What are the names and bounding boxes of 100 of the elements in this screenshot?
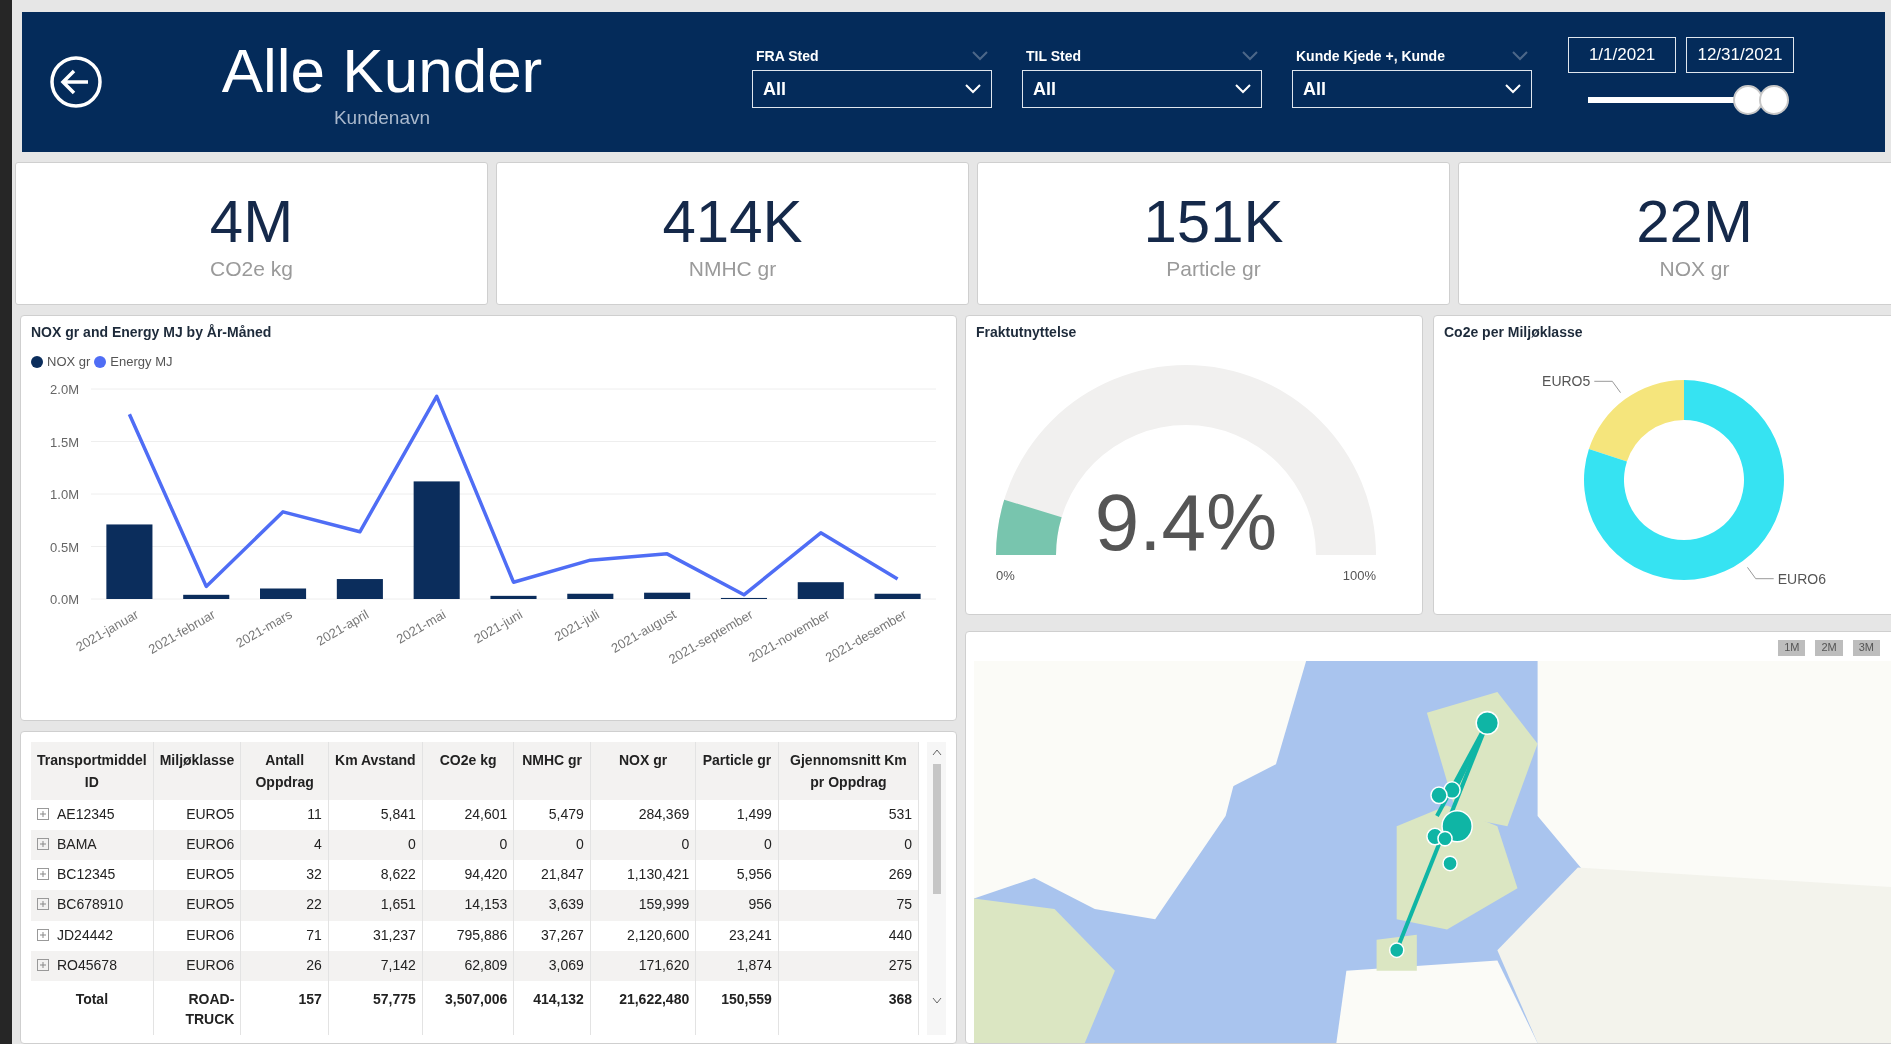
page-title: Alle Kunder (221, 35, 543, 107)
table-cell: 14,153 (422, 890, 514, 921)
bar (260, 588, 307, 599)
table-cell: EURO5 (153, 800, 241, 831)
filter-dropdown[interactable]: All (1022, 70, 1262, 108)
legend-dot (31, 355, 43, 368)
table-cell: 32 (240, 860, 329, 891)
bar (567, 593, 614, 599)
scroll-up-icon[interactable] (931, 748, 942, 756)
table-cell: 75 (778, 890, 919, 921)
table-cell: 23,241 (695, 920, 779, 951)
chevron-icon (1235, 84, 1251, 94)
leader-line (1747, 566, 1775, 580)
map-scale-label: 2M (1815, 640, 1843, 656)
column-header[interactable]: Particle gr (695, 742, 779, 800)
expand-icon[interactable] (37, 958, 49, 971)
column-header[interactable]: Transportmiddel ID (31, 742, 154, 800)
bar (336, 579, 383, 599)
legend-label: Energy MJ (110, 354, 173, 369)
axis-tick-label: 1.0M (50, 487, 79, 502)
column-header[interactable]: NMHC gr (513, 742, 591, 800)
legend-label: NOX gr (47, 354, 91, 369)
table-cell: EURO6 (153, 950, 241, 981)
table-cell: 3,069 (513, 950, 591, 981)
total-cell: ROAD-TRUCK (153, 980, 241, 1035)
slider-thumb[interactable] (1733, 85, 1763, 115)
bar (644, 592, 691, 599)
column-header[interactable]: CO2e kg (422, 742, 514, 800)
expand-icon[interactable] (37, 928, 49, 941)
chevron-icon (1512, 51, 1528, 61)
table-cell: 71 (240, 920, 329, 951)
leader-line (1593, 380, 1621, 394)
table-cell: 269 (778, 860, 919, 891)
table-cell: 5,841 (328, 800, 423, 831)
table-cell: EURO5 (153, 860, 241, 891)
table-cell: 1,130,421 (590, 860, 696, 891)
chevron-icon (1505, 84, 1521, 94)
bar (874, 593, 921, 599)
map-scale-label: 1M (1778, 640, 1806, 656)
donut-title: Co2e per Miljøklasse (1444, 324, 1584, 340)
total-cell: 414,132 (513, 980, 591, 1035)
legend-dot (94, 355, 107, 368)
axis-tick-label: 2.0M (50, 382, 79, 397)
row-id: JD24442 (57, 925, 114, 945)
table-cell: 795,886 (422, 920, 514, 951)
total-cell: 157 (240, 980, 329, 1035)
table-cell: 8,622 (328, 860, 423, 891)
page-subtitle: Kundenavn (333, 107, 431, 129)
table-cell: 22 (240, 890, 329, 921)
column-header[interactable]: NOX gr (590, 742, 696, 800)
table-cell: 37,267 (513, 920, 591, 951)
kpi-label: CO2e kg (210, 256, 293, 281)
total-cell: 21,622,480 (590, 980, 696, 1035)
scrollbar[interactable] (927, 742, 946, 1035)
chevron-icon (972, 51, 988, 61)
column-header[interactable]: Gjennomsnitt Km pr Oppdrag (778, 742, 919, 800)
chevron-icon (965, 84, 981, 94)
chart-title: NOX gr and Energy MJ by År-Måned (31, 324, 273, 340)
slice-label: EURO6 (1777, 570, 1826, 587)
total-cell: 57,775 (328, 980, 423, 1035)
table-cell: 0 (695, 830, 779, 861)
date-field[interactable]: 12/31/2021 (1686, 37, 1794, 73)
table-cell: 7,142 (328, 950, 423, 981)
expand-icon[interactable] (37, 808, 49, 820)
total-cell: 3,507,006 (422, 980, 514, 1035)
axis-tick-label: 0.0M (50, 592, 79, 607)
column-header[interactable]: Antall Oppdrag (240, 742, 329, 800)
slider-thumb[interactable] (1759, 85, 1789, 115)
filter-dropdown[interactable]: All (752, 70, 992, 108)
scroll-down-icon[interactable] (931, 997, 942, 1005)
table-cell: 956 (695, 890, 779, 921)
kpi-label: NOX gr (1659, 256, 1730, 281)
table-cell: 0 (590, 830, 696, 861)
axis-tick-label: 1.5M (50, 434, 79, 450)
row-id: BAMA (57, 835, 97, 855)
table-cell: 24,601 (422, 800, 514, 831)
date-field[interactable]: 1/1/2021 (1568, 37, 1676, 73)
row-id: BC12345 (57, 865, 116, 885)
axis-tick-label: 0.5M (50, 539, 79, 555)
table-cell: 1,499 (695, 800, 779, 831)
row-id: BC678910 (57, 895, 124, 915)
table-cell: 62,809 (422, 950, 514, 981)
table-cell: 21,847 (513, 860, 591, 891)
map-scale-label: 3M (1852, 640, 1880, 656)
expand-icon[interactable] (37, 898, 49, 911)
expand-icon[interactable] (37, 868, 49, 881)
kpi-label: NMHC gr (688, 256, 777, 281)
table-cell: 2,120,600 (590, 920, 696, 951)
table-cell: 31,237 (328, 920, 423, 951)
kpi-label: Particle gr (1166, 256, 1261, 281)
filter-dropdown[interactable]: All (1292, 70, 1532, 108)
scroll-thumb[interactable] (932, 764, 941, 894)
table-cell: 0 (328, 830, 423, 861)
column-header[interactable]: Km Avstand (328, 742, 423, 800)
gauge-max-label: 100% (1342, 568, 1376, 583)
kpi-value: 22M (1636, 186, 1753, 257)
column-header[interactable]: Miljøklasse (153, 742, 241, 800)
table-cell: 1,874 (695, 950, 779, 981)
table-cell: 531 (778, 800, 919, 831)
expand-icon[interactable] (37, 838, 49, 851)
